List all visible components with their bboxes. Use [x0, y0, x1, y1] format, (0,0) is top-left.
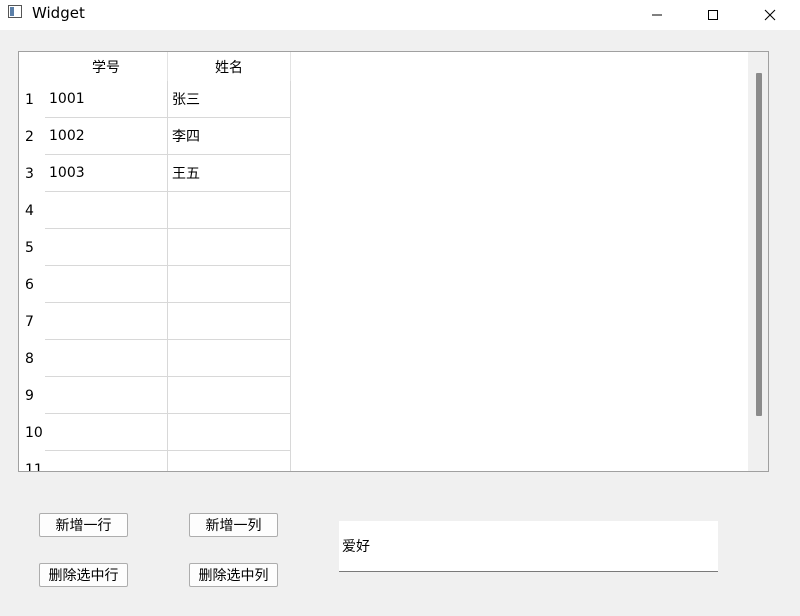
row-header[interactable]: 11: [19, 451, 45, 472]
table-cell[interactable]: [45, 229, 168, 266]
table-cell[interactable]: [168, 377, 291, 414]
row-header[interactable]: 9: [19, 377, 45, 414]
table-cell[interactable]: [168, 414, 291, 451]
row-header[interactable]: 8: [19, 340, 45, 377]
table-cell[interactable]: [45, 451, 168, 471]
scrollbar-thumb[interactable]: [756, 73, 762, 416]
table-cell[interactable]: 1001: [45, 81, 168, 118]
table-cell[interactable]: [45, 340, 168, 377]
maximize-button[interactable]: [685, 0, 741, 30]
table-cell[interactable]: [45, 192, 168, 229]
delete-selected-column-button[interactable]: 删除选中列: [189, 563, 278, 587]
row-header[interactable]: 3: [19, 155, 45, 192]
delete-selected-row-button[interactable]: 删除选中行: [39, 563, 128, 587]
add-column-button[interactable]: 新增一列: [189, 513, 278, 537]
table-cell[interactable]: [45, 266, 168, 303]
table-cell[interactable]: [168, 266, 291, 303]
table-corner[interactable]: [19, 52, 45, 81]
title-bar: Widget: [0, 0, 800, 30]
table-cell[interactable]: 1002: [45, 118, 168, 155]
close-button[interactable]: [742, 0, 798, 30]
minimize-button[interactable]: [629, 0, 685, 30]
row-header[interactable]: 6: [19, 266, 45, 303]
table-cell[interactable]: 王五: [168, 155, 291, 192]
row-header[interactable]: 2: [19, 118, 45, 155]
table-cell[interactable]: [45, 414, 168, 451]
app-window-icon: [8, 5, 22, 18]
table-cell[interactable]: [168, 451, 291, 471]
row-header[interactable]: 1: [19, 81, 45, 118]
table-cell[interactable]: [168, 192, 291, 229]
maximize-icon: [708, 10, 718, 20]
data-table[interactable]: 学号 姓名 1 1001 张三 2 1002 李四 3 1003 王五 4 5 6 7 8 9 10 11: [18, 51, 769, 472]
row-header[interactable]: 7: [19, 303, 45, 340]
add-row-button[interactable]: 新增一行: [39, 513, 128, 537]
table-cell[interactable]: [168, 303, 291, 340]
table-cell[interactable]: 李四: [168, 118, 291, 155]
table-cell[interactable]: [168, 340, 291, 377]
minimize-icon: [652, 14, 662, 16]
table-cell[interactable]: [168, 229, 291, 266]
row-header[interactable]: 5: [19, 229, 45, 266]
column-name-input[interactable]: 爱好: [339, 521, 718, 572]
column-header-name[interactable]: 姓名: [168, 52, 291, 81]
close-icon: [764, 9, 776, 21]
window-title: Widget: [32, 4, 85, 22]
row-header[interactable]: 10: [19, 414, 45, 451]
table-cell[interactable]: [45, 303, 168, 340]
table-cell[interactable]: [45, 377, 168, 414]
column-name-input-value: 爱好: [342, 539, 370, 555]
table-cell[interactable]: 1003: [45, 155, 168, 192]
row-header[interactable]: 4: [19, 192, 45, 229]
column-header-student-id[interactable]: 学号: [45, 52, 168, 81]
table-cell[interactable]: 张三: [168, 81, 291, 118]
